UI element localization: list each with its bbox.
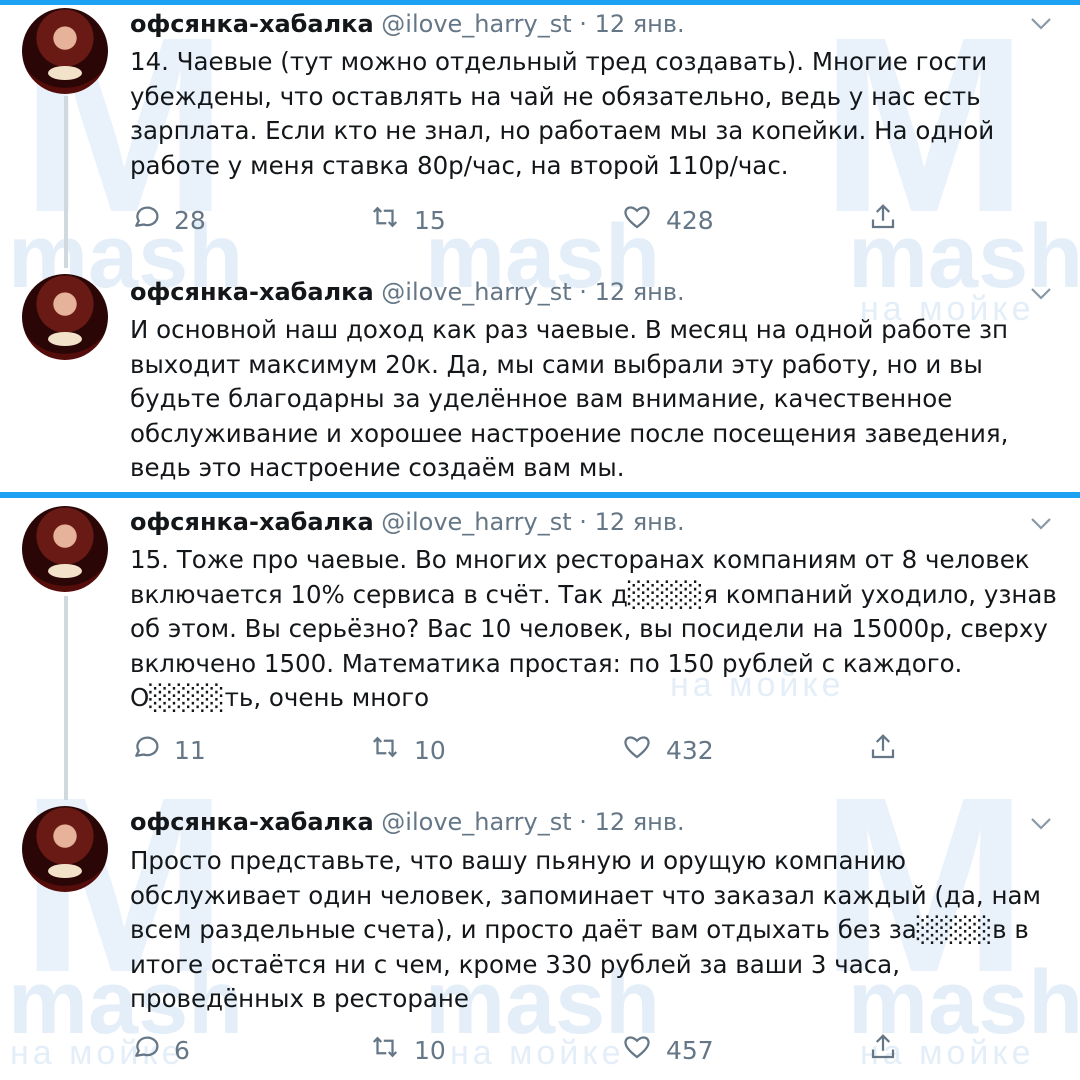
- like-button[interactable]: 432: [622, 732, 714, 768]
- user-handle[interactable]: @ilove_harry_st: [381, 808, 571, 836]
- chevron-down-icon[interactable]: [1030, 282, 1052, 306]
- reply-count: 11: [174, 735, 206, 765]
- heart-icon: [622, 202, 652, 238]
- share-button[interactable]: [868, 732, 898, 768]
- like-count: 457: [666, 1035, 714, 1065]
- share-icon: [868, 732, 898, 768]
- retweet-button[interactable]: 15: [370, 202, 446, 238]
- chevron-down-icon[interactable]: [1030, 512, 1052, 536]
- retweet-count: 15: [414, 205, 446, 235]
- user-handle[interactable]: @ilove_harry_st: [381, 10, 571, 38]
- tweet[interactable]: офсянка-хабалка @ilove_harry_st · 12 янв…: [0, 270, 1080, 492]
- tweet-date[interactable]: 12 янв.: [595, 808, 685, 836]
- separator-dot: ·: [579, 508, 587, 536]
- share-button[interactable]: [868, 202, 898, 238]
- reply-icon: [130, 202, 160, 238]
- reply-count: 28: [174, 205, 206, 235]
- tweet-text: И основной наш доход как раз чаевые. В м…: [130, 315, 1009, 482]
- heart-icon: [622, 732, 652, 768]
- avatar[interactable]: [22, 806, 108, 892]
- like-button[interactable]: 428: [622, 202, 714, 238]
- user-handle[interactable]: @ilove_harry_st: [381, 508, 571, 536]
- retweet-count: 10: [414, 1035, 446, 1065]
- reply-icon: [130, 732, 160, 768]
- share-button[interactable]: [868, 1032, 898, 1068]
- tweet-date[interactable]: 12 янв.: [595, 10, 685, 38]
- reply-button[interactable]: 28: [130, 202, 206, 238]
- reply-icon: [130, 1032, 160, 1068]
- tweet[interactable]: офсянка-хабалка @ilove_harry_st · 12 янв…: [0, 800, 1080, 1080]
- avatar[interactable]: [22, 506, 108, 592]
- tweet[interactable]: офсянка-хабалка @ilove_harry_st · 12 янв…: [0, 498, 1080, 788]
- tweet-text: 14. Чаевые (тут можно отдельный тред соз…: [130, 47, 995, 180]
- user-handle[interactable]: @ilove_harry_st: [381, 278, 571, 306]
- share-icon: [868, 202, 898, 238]
- retweet-button[interactable]: 10: [370, 732, 446, 768]
- tweet-actions: 11 10 432: [130, 732, 930, 768]
- display-name[interactable]: офсянка-хабалка: [130, 278, 374, 306]
- reply-button[interactable]: 6: [130, 1032, 190, 1068]
- chevron-down-icon[interactable]: [1030, 12, 1052, 36]
- tweet-date[interactable]: 12 янв.: [595, 508, 685, 536]
- heart-icon: [622, 1032, 652, 1068]
- like-button[interactable]: 457: [622, 1032, 714, 1068]
- retweet-button[interactable]: 10: [370, 1032, 446, 1068]
- separator-dot: ·: [579, 808, 587, 836]
- tweet-actions: 6 10 457: [130, 1032, 930, 1068]
- reply-button[interactable]: 11: [130, 732, 206, 768]
- tweet-date[interactable]: 12 янв.: [595, 278, 685, 306]
- display-name[interactable]: офсянка-хабалка: [130, 10, 374, 38]
- tweet[interactable]: офсянка-хабалка @ilove_harry_st · 12 янв…: [0, 0, 1080, 270]
- separator-dot: ·: [579, 10, 587, 38]
- tweet-actions: 28 15 428: [130, 202, 930, 238]
- tweet-header: офсянка-хабалка @ilove_harry_st · 12 янв…: [130, 508, 685, 536]
- chevron-down-icon[interactable]: [1030, 812, 1052, 836]
- like-count: 432: [666, 735, 714, 765]
- retweet-icon: [370, 202, 400, 238]
- display-name[interactable]: офсянка-хабалка: [130, 508, 374, 536]
- avatar[interactable]: [22, 8, 108, 94]
- avatar[interactable]: [22, 274, 108, 360]
- retweet-icon: [370, 732, 400, 768]
- tweet-header: офсянка-хабалка @ilove_harry_st · 12 янв…: [130, 278, 685, 306]
- tweet-header: офсянка-хабалка @ilove_harry_st · 12 янв…: [130, 10, 685, 38]
- tweet-text: 15. Тоже про чаевые. Во многих ресторана…: [130, 545, 1057, 712]
- tweet-text: Просто представьте, что вашу пьяную и ор…: [130, 846, 1042, 1013]
- share-icon: [868, 1032, 898, 1068]
- screenshot-divider: [0, 492, 1080, 498]
- retweet-count: 10: [414, 735, 446, 765]
- retweet-icon: [370, 1032, 400, 1068]
- reply-count: 6: [174, 1035, 190, 1065]
- screenshot-divider-top: [0, 0, 1080, 5]
- display-name[interactable]: офсянка-хабалка: [130, 808, 374, 836]
- separator-dot: ·: [579, 278, 587, 306]
- tweet-header: офсянка-хабалка @ilove_harry_st · 12 янв…: [130, 808, 685, 836]
- like-count: 428: [666, 205, 714, 235]
